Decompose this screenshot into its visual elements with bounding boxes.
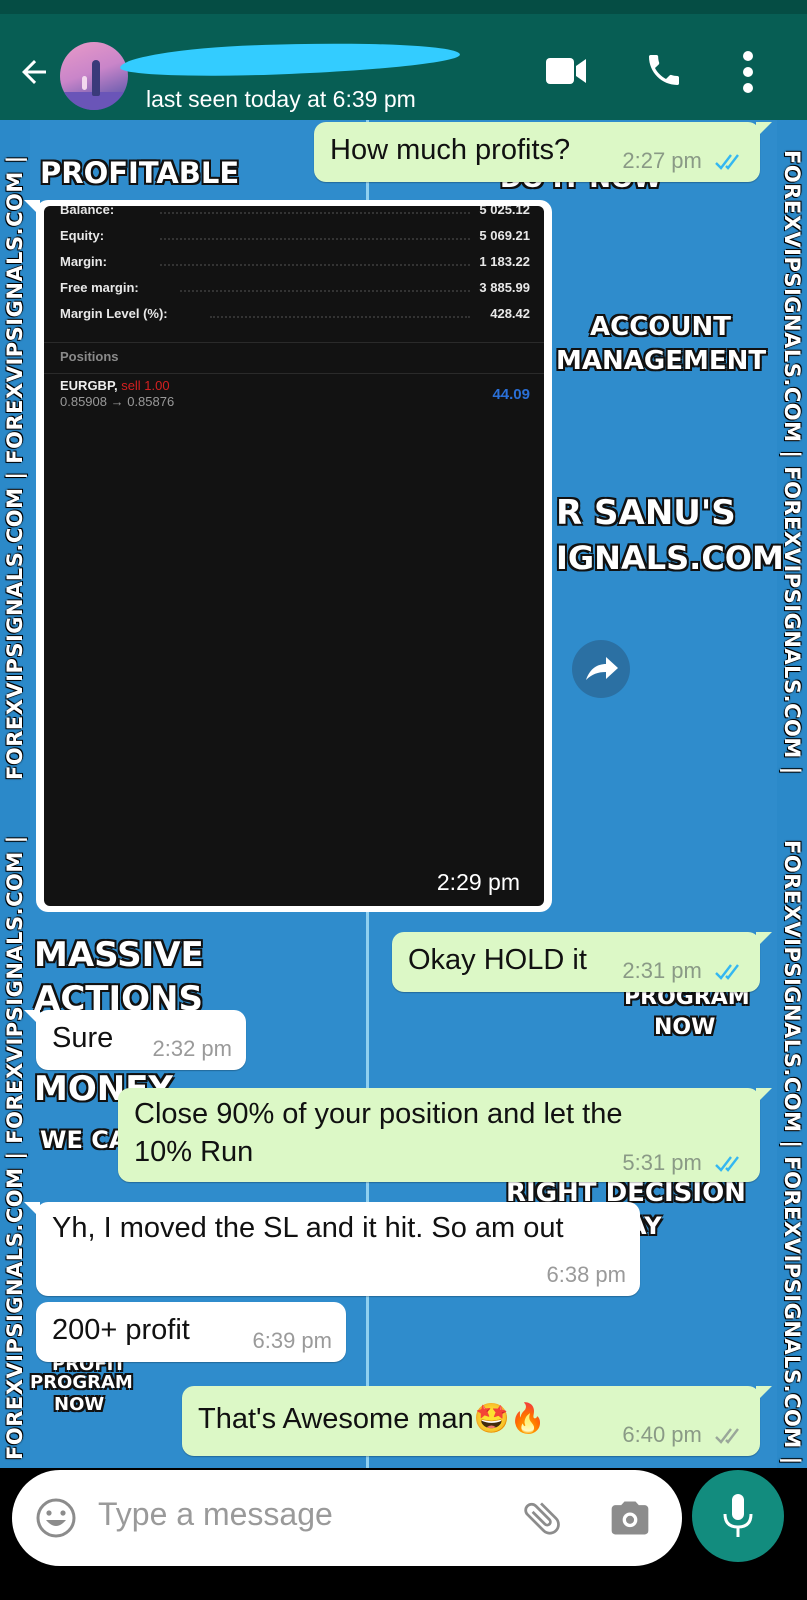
account-row-balance: Balance: 5 025.12 (60, 206, 530, 217)
message-meta: 5:31 pm (622, 1150, 744, 1176)
message-composer[interactable]: Type a message (12, 1470, 682, 1566)
attach-icon[interactable] (520, 1496, 564, 1540)
voice-call-icon[interactable] (644, 50, 684, 90)
message-image[interactable]: Balance: 5 025.12 Equity: 5 069.21 Margi… (24, 200, 552, 912)
avatar[interactable] (60, 42, 128, 110)
positions-header: Positions (44, 342, 544, 374)
message-time: 2:29 pm (436, 869, 520, 895)
message-meta: 2:31 pm (622, 958, 744, 984)
message-text: Yh, I moved the SL and it hit. So am out (52, 1212, 564, 1244)
message-text-line1: Close 90% of your position and let the (134, 1098, 623, 1130)
wallpaper-watermark-left: FOREXVIPSIGNALS.COM | FOREXVIPSIGNALS.CO… (0, 120, 30, 1468)
wallpaper-text: NOW (654, 1015, 716, 1040)
forward-icon (586, 657, 618, 680)
delivered-ticks-icon (715, 1428, 739, 1445)
mic-icon (723, 1494, 753, 1537)
message-time: 6:40 pm (622, 1422, 702, 1447)
message-time: 2:32 pm (152, 1036, 233, 1061)
message-outgoing[interactable]: That's Awesome man🤩🔥 6:40 pm (182, 1386, 772, 1456)
emoji-icon[interactable] (34, 1496, 78, 1540)
last-seen-status: last seen today at 6:39 pm (146, 86, 416, 112)
wallpaper-text: MANAGEMENT (556, 346, 767, 376)
message-incoming[interactable]: Sure 2:32 pm (24, 1010, 246, 1070)
message-time: 6:38 pm (546, 1262, 627, 1287)
message-meta: 6:40 pm (622, 1422, 744, 1448)
wallpaper-text: PROFITABLE (40, 156, 240, 190)
account-row-free-margin: Free margin: 3 885.99 (60, 280, 530, 295)
back-arrow-icon[interactable] (16, 54, 52, 90)
wallpaper-text: PROGRAM (30, 1372, 133, 1393)
emoji-star-struck-fire: 🤩🔥 (473, 1403, 547, 1435)
read-ticks-icon (715, 1156, 739, 1173)
message-text: Okay HOLD it (408, 944, 587, 976)
wallpaper-text: ACCOUNT (590, 312, 731, 342)
account-row-margin: Margin: 1 183.22 (60, 254, 530, 269)
camera-icon[interactable] (608, 1496, 652, 1540)
account-row-margin-level: Margin Level (%): 428.42 (60, 306, 530, 321)
position-prices: 0.85908 → 0.85876 (60, 394, 175, 409)
read-ticks-icon (715, 154, 739, 171)
message-incoming[interactable]: Yh, I moved the SL and it hit. So am out… (24, 1202, 640, 1296)
wallpaper-text: WE CA (40, 1126, 128, 1154)
message-text: Sure (52, 1022, 114, 1054)
forward-button[interactable] (572, 640, 630, 698)
account-row-equity: Equity: 5 069.21 (60, 228, 530, 243)
video-call-icon[interactable] (546, 56, 588, 86)
message-outgoing[interactable]: Close 90% of your position and let the 1… (118, 1088, 772, 1182)
message-time: 5:31 pm (622, 1150, 702, 1175)
trading-account-screenshot[interactable]: Balance: 5 025.12 Equity: 5 069.21 Margi… (44, 206, 544, 906)
read-ticks-icon (715, 964, 739, 981)
message-text: How much profits? (330, 134, 571, 166)
message-text: 200+ profit (52, 1314, 190, 1346)
chat-area[interactable]: FOREXVIPSIGNALS.COM | FOREXVIPSIGNALS.CO… (0, 120, 807, 1468)
message-time: 2:31 pm (622, 958, 702, 983)
message-time: 6:39 pm (252, 1328, 333, 1353)
message-input[interactable]: Type a message (98, 1496, 333, 1533)
voice-message-button[interactable] (692, 1470, 784, 1562)
wallpaper-text: NOW (54, 1394, 105, 1415)
position-profit: 44.09 (492, 386, 530, 403)
message-time: 2:27 pm (622, 148, 702, 173)
wallpaper-watermark-right: FOREXVIPSIGNALS.COM | FOREXVIPSIGNALS.CO… (777, 120, 807, 1468)
status-bar (0, 0, 807, 14)
message-outgoing[interactable]: How much profits? 2:27 pm (314, 122, 772, 182)
position-symbol: EURGBP, (60, 378, 118, 393)
message-outgoing[interactable]: Okay HOLD it 2:31 pm (392, 932, 772, 992)
wallpaper-text: R SANU'S (556, 493, 736, 533)
more-options-icon[interactable] (738, 48, 758, 96)
wallpaper-text: MASSIVE (34, 935, 204, 975)
wallpaper-text: IGNALS.COM (556, 539, 784, 577)
position-row: EURGBP, sell 1.00 0.85908 → 0.85876 (60, 378, 174, 409)
message-text: That's Awesome man🤩🔥 (198, 1403, 547, 1435)
message-meta: 2:27 pm (622, 148, 744, 174)
message-text-line2: 10% Run (134, 1136, 254, 1168)
message-incoming[interactable]: 200+ profit 6:39 pm (36, 1302, 346, 1362)
contact-name-redacted[interactable] (119, 38, 461, 80)
position-side: sell 1.00 (121, 378, 170, 393)
chat-header: last seen today at 6:39 pm (0, 14, 807, 120)
